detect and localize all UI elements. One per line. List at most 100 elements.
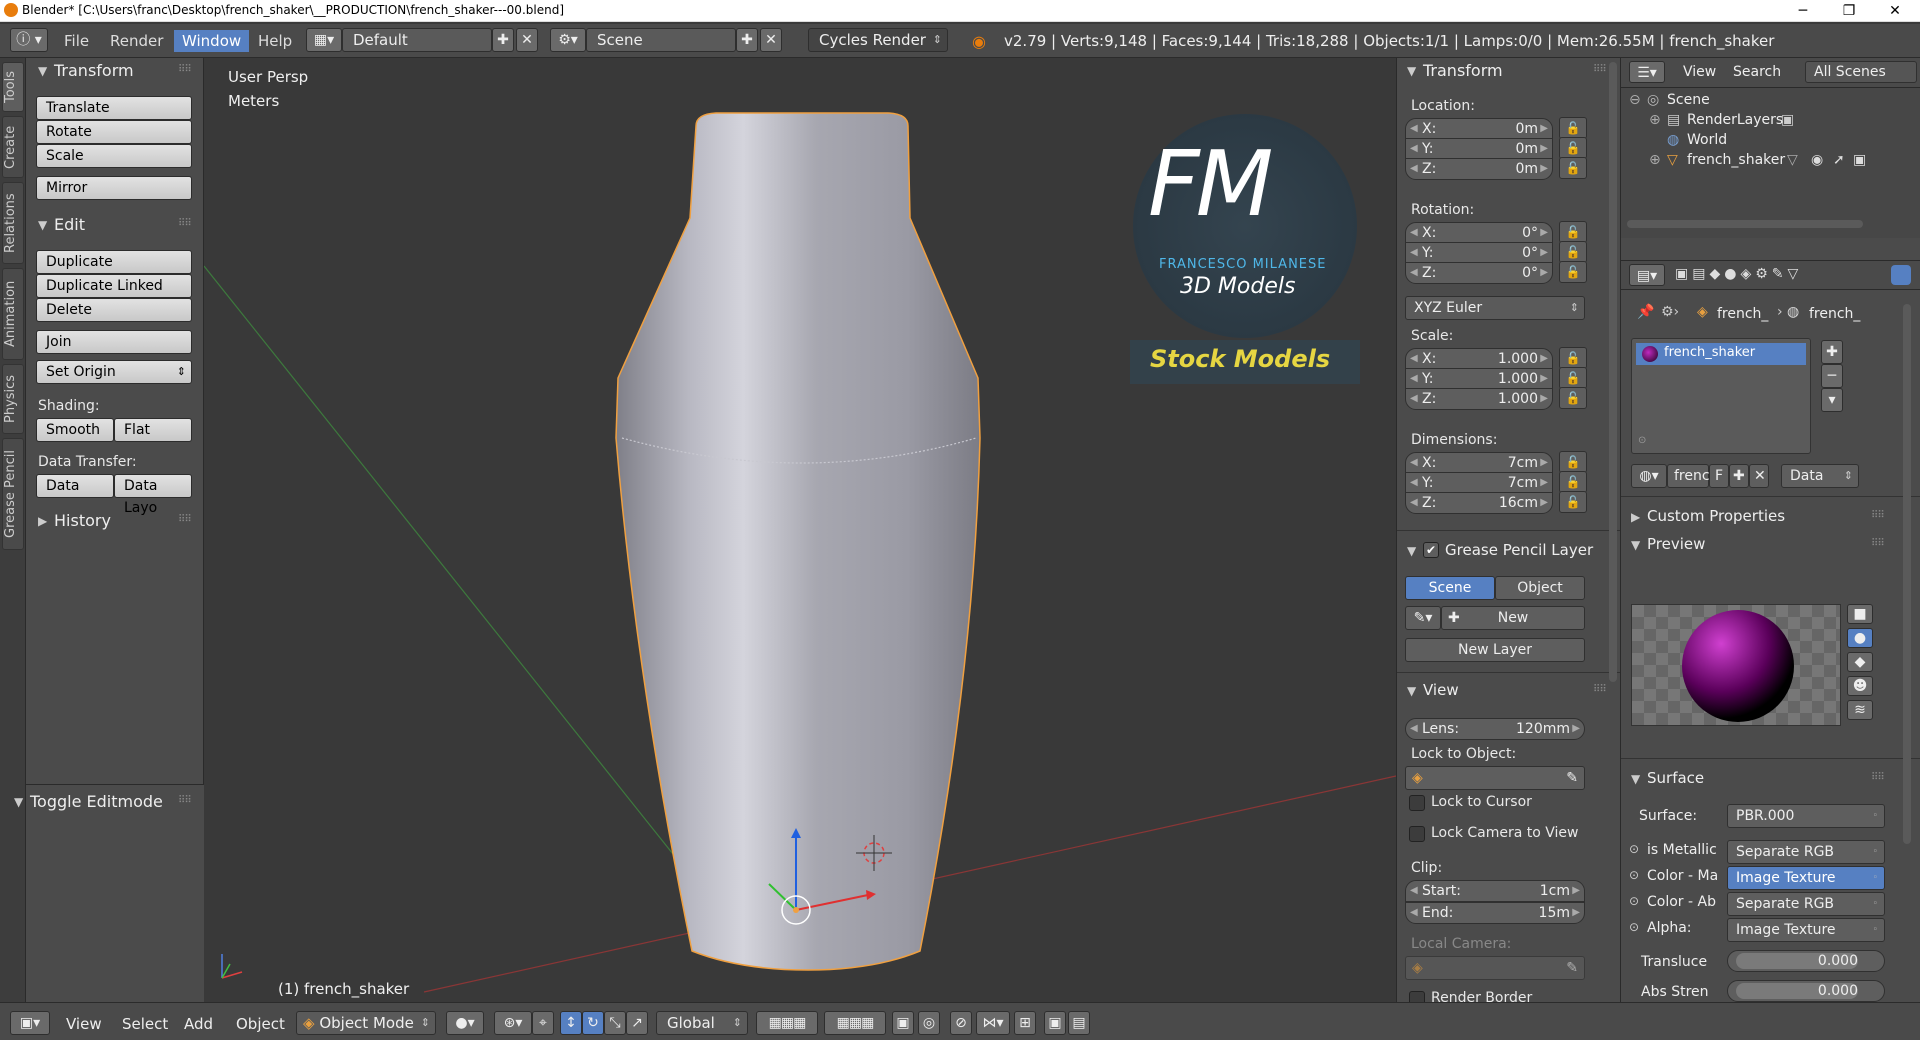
- preview-cube-icon[interactable]: ◆: [1847, 652, 1873, 672]
- viewport-editor-icon[interactable]: ▣▾: [10, 1011, 50, 1035]
- decrement-arrow-icon[interactable]: ◀: [1410, 119, 1418, 139]
- menu-help[interactable]: Help: [258, 32, 292, 50]
- join-button[interactable]: Join: [36, 330, 192, 354]
- duplicate-linked-button[interactable]: Duplicate Linked: [36, 274, 192, 298]
- gp-object-button[interactable]: Object: [1495, 576, 1585, 600]
- lock-icon[interactable]: 🔓: [1559, 157, 1587, 179]
- lock-object-field[interactable]: ◈ ✎: [1405, 766, 1585, 790]
- lens-field[interactable]: ◀ Lens: 120mm ▶: [1405, 718, 1585, 740]
- minimize-button[interactable]: ─: [1780, 0, 1826, 22]
- editor-type-info-icon[interactable]: ⓘ ▾: [10, 28, 48, 52]
- dimension-y-field[interactable]: ◀ Y: 7cm ▶: [1405, 472, 1553, 494]
- 3d-viewport[interactable]: User Persp Meters (1) french_shaker FM F…: [204, 58, 1396, 1002]
- increment-arrow-icon[interactable]: ▶: [1540, 473, 1548, 493]
- increment-arrow-icon[interactable]: ▶: [1540, 139, 1548, 159]
- transform-expand-icon[interactable]: ▼: [38, 64, 47, 78]
- preview-flat-icon[interactable]: ■: [1847, 604, 1873, 624]
- menu-window[interactable]: Window: [174, 30, 250, 52]
- lock-icon[interactable]: 🔓: [1559, 241, 1587, 263]
- decrement-arrow-icon[interactable]: ◀: [1410, 473, 1418, 493]
- mirror-button[interactable]: Mirror: [36, 176, 192, 200]
- properties-scrollbar[interactable]: [1903, 304, 1911, 844]
- panel-grip-icon[interactable]: ⠿⠿: [1871, 510, 1885, 521]
- lock-icon[interactable]: 🔓: [1559, 347, 1587, 369]
- n-panel-scrollbar[interactable]: [1609, 62, 1617, 682]
- manipulator-extra-icon[interactable]: ↗: [626, 1011, 648, 1035]
- menu-file[interactable]: File: [64, 32, 89, 50]
- panel-grip-icon[interactable]: ⠿⠿: [1871, 772, 1885, 783]
- layout-name-field[interactable]: Default: [342, 28, 492, 52]
- outliner-renderlayers[interactable]: RenderLayers: [1687, 112, 1783, 128]
- outliner-h-scrollbar[interactable]: [1627, 220, 1863, 228]
- gp-layer-checkbox[interactable]: ✔: [1423, 542, 1439, 558]
- outliner-world[interactable]: World: [1687, 132, 1727, 148]
- snap-element-icon[interactable]: ⋈▾: [976, 1011, 1010, 1035]
- rotate-button[interactable]: Rotate: [36, 120, 192, 144]
- surface-expand-icon[interactable]: ▼: [1631, 772, 1640, 786]
- lock-icon[interactable]: 🔓: [1559, 221, 1587, 243]
- decrement-arrow-icon[interactable]: ◀: [1410, 263, 1418, 283]
- render-image-icon[interactable]: ▣: [1044, 1011, 1066, 1035]
- panel-grip-icon[interactable]: ⠿⠿: [178, 795, 192, 806]
- gp-new-button[interactable]: ✚ New: [1441, 606, 1585, 630]
- collapse-scene-icon[interactable]: ⊖: [1629, 92, 1641, 108]
- render-animation-icon[interactable]: ▤: [1068, 1011, 1090, 1035]
- viewport-shading-icon[interactable]: ●▾: [446, 1011, 484, 1035]
- transform-expand-icon[interactable]: ▼: [1407, 64, 1416, 78]
- lock-icon[interactable]: 🔓: [1559, 471, 1587, 493]
- panel-grip-icon[interactable]: ⠿⠿: [1871, 538, 1885, 549]
- remove-slot-icon[interactable]: ─: [1821, 364, 1843, 388]
- tab-tools[interactable]: Tools: [2, 62, 24, 112]
- tab-grease-pencil[interactable]: Grease Pencil: [2, 438, 24, 550]
- gp-pencil-icon[interactable]: ✎▾: [1405, 606, 1441, 630]
- layers-grid-2-icon[interactable]: ▦▦▦: [824, 1011, 886, 1035]
- decrement-arrow-icon[interactable]: ◀: [1410, 159, 1418, 179]
- french-shaker-model[interactable]: [615, 112, 981, 971]
- increment-arrow-icon[interactable]: ▶: [1540, 389, 1548, 409]
- object-menu[interactable]: Object: [236, 1015, 285, 1033]
- delete-button[interactable]: Delete: [36, 298, 192, 322]
- outliner-editor-icon[interactable]: ☰▾: [1629, 61, 1665, 83]
- remove-scene-icon[interactable]: ✕: [760, 28, 782, 52]
- decrement-arrow-icon[interactable]: ◀: [1410, 389, 1418, 409]
- preview-expand-icon[interactable]: ▼: [1631, 538, 1640, 552]
- location-z-field[interactable]: ◀ Z: 0m ▶: [1405, 158, 1553, 180]
- unlink-material-icon[interactable]: ✕: [1749, 464, 1769, 488]
- gp-layer-expand-icon[interactable]: ▼: [1407, 544, 1416, 558]
- decrement-arrow-icon[interactable]: ◀: [1410, 493, 1418, 513]
- maximize-button[interactable]: ❐: [1826, 0, 1872, 22]
- decrement-arrow-icon[interactable]: ◀: [1410, 139, 1418, 159]
- location-y-field[interactable]: ◀ Y: 0m ▶: [1405, 138, 1553, 160]
- preview-sphere-icon[interactable]: ●: [1847, 628, 1873, 648]
- link-data-select[interactable]: Data ⇕: [1781, 464, 1859, 488]
- material-slot-row[interactable]: french_shaker: [1636, 343, 1806, 365]
- snap-toggle-icon[interactable]: ⊘: [950, 1011, 972, 1035]
- remove-layout-icon[interactable]: ✕: [516, 28, 538, 52]
- tab-relations[interactable]: Relations: [2, 182, 24, 264]
- add-menu[interactable]: Add: [184, 1015, 213, 1033]
- preview-hair-icon[interactable]: ≋: [1847, 700, 1873, 720]
- eyedropper-icon[interactable]: ✎: [1566, 957, 1578, 979]
- gp-new-layer-button[interactable]: New Layer: [1405, 638, 1585, 662]
- decrement-arrow-icon[interactable]: ◀: [1410, 243, 1418, 263]
- material-tab-icon[interactable]: [1891, 265, 1911, 285]
- select-menu[interactable]: Select: [122, 1015, 168, 1033]
- layout-grid-icon[interactable]: ▦▾: [306, 28, 342, 52]
- close-button[interactable]: ✕: [1872, 0, 1918, 22]
- translate-manipulator-icon[interactable]: ↕: [560, 1011, 582, 1035]
- proportional-edit-icon[interactable]: ◎: [918, 1011, 940, 1035]
- view-menu[interactable]: View: [66, 1015, 102, 1033]
- duplicate-button[interactable]: Duplicate: [36, 250, 192, 274]
- expand-input-icon[interactable]: ⊙: [1629, 868, 1639, 882]
- lock-icon[interactable]: 🔓: [1559, 117, 1587, 139]
- rotation-mode-select[interactable]: XYZ Euler ⇕: [1405, 296, 1585, 320]
- properties-editor-icon[interactable]: ▤▾: [1629, 264, 1665, 286]
- expand-input-icon[interactable]: ⊙: [1629, 894, 1639, 908]
- dimension-z-field[interactable]: ◀ Z: 16cm ▶: [1405, 492, 1553, 514]
- increment-arrow-icon[interactable]: ▶: [1540, 243, 1548, 263]
- increment-arrow-icon[interactable]: ▶: [1540, 159, 1548, 179]
- smooth-button[interactable]: Smooth: [36, 418, 114, 442]
- increment-arrow-icon[interactable]: ▶: [1540, 349, 1548, 369]
- custom-props-expand-icon[interactable]: ▶: [1631, 510, 1640, 524]
- add-slot-icon[interactable]: ✚: [1821, 340, 1843, 364]
